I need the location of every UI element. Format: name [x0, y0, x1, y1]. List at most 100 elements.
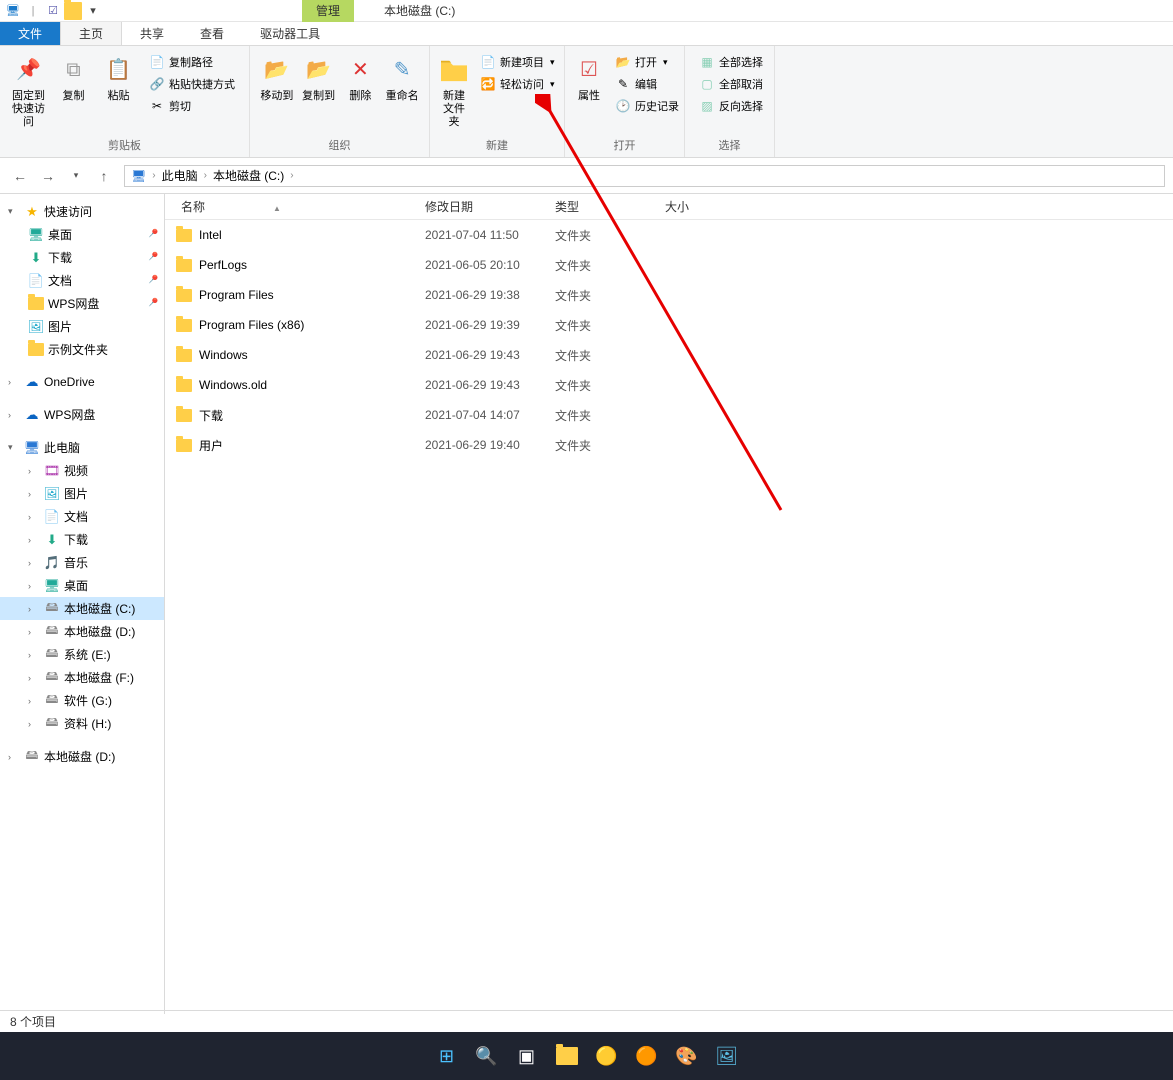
tree-drive-h[interactable]: ›🖴资料 (H:) [0, 712, 164, 735]
nav-bar: ← → ▾ ↑ 🖥 › 此电脑 › 本地磁盘 (C:) › [0, 158, 1173, 194]
file-row[interactable]: Program Files2021-06-29 19:38文件夹 [165, 280, 1173, 310]
rename-button[interactable]: ✎重命名 [381, 50, 423, 107]
tree-quick-access[interactable]: ▾★快速访问 [0, 200, 164, 223]
desktop-icon: 🖥 [44, 578, 60, 594]
tree-desktop2[interactable]: ›🖥桌面 [0, 574, 164, 597]
tree-downloads[interactable]: ⬇下载📍 [0, 246, 164, 269]
taskbar[interactable]: ⊞ 🔍 ▣ 🟡 🟠 🎨 🖼 [0, 1032, 1173, 1080]
chrome-canary-icon[interactable]: 🟠 [633, 1042, 661, 1070]
file-row[interactable]: 下载2021-07-04 14:07文件夹 [165, 400, 1173, 430]
back-button[interactable]: ← [8, 164, 32, 188]
cut-button[interactable]: ✂剪切 [145, 96, 239, 116]
start-button[interactable]: ⊞ [433, 1042, 461, 1070]
move-to-button[interactable]: 📂移动到 [256, 50, 298, 107]
edit-button[interactable]: ✎编辑 [611, 74, 683, 94]
tree-drive-c[interactable]: ›🖴本地磁盘 (C:) [0, 597, 164, 620]
tab-drive-tools[interactable]: 驱动器工具 [242, 22, 338, 45]
file-row[interactable]: Windows2021-06-29 19:43文件夹 [165, 340, 1173, 370]
contextual-tab-manage[interactable]: 管理 [302, 0, 354, 22]
easy-access-button[interactable]: 🔁轻松访问▾ [476, 74, 559, 94]
copy-to-button[interactable]: 📂复制到 [298, 50, 340, 107]
address-bar[interactable]: 🖥 › 此电脑 › 本地磁盘 (C:) › [124, 165, 1165, 187]
cloud-icon: ☁ [24, 407, 40, 423]
computer-icon[interactable]: 🖥 [4, 2, 22, 20]
tab-home[interactable]: 主页 [60, 22, 122, 45]
pin-button[interactable]: 📌固定到快速访问 [6, 50, 51, 134]
file-date: 2021-06-29 19:43 [425, 348, 555, 362]
tree-wps2[interactable]: ›☁WPS网盘 [0, 403, 164, 426]
properties-button[interactable]: ☑属性 [571, 50, 607, 107]
column-headers[interactable]: 名称▲ 修改日期 类型 大小 [165, 194, 1173, 220]
document-icon: 📄 [44, 509, 60, 525]
tree-drive-e[interactable]: ›🖴系统 (E:) [0, 643, 164, 666]
new-folder-button[interactable]: 新建文件夹 [436, 50, 472, 134]
new-item-button[interactable]: 📄新建项目▾ [476, 52, 559, 72]
palette-icon[interactable]: 🎨 [673, 1042, 701, 1070]
tab-view[interactable]: 查看 [182, 22, 242, 45]
breadcrumb-drive[interactable]: 本地磁盘 (C:) [213, 167, 284, 184]
col-date[interactable]: 修改日期 [415, 198, 545, 215]
chevron-right-icon: › [152, 170, 155, 181]
drive-icon: 🖴 [44, 693, 60, 709]
breadcrumb-pc[interactable]: 此电脑 [162, 167, 198, 184]
group-label-organize: 组织 [250, 135, 429, 157]
explorer-button[interactable] [553, 1042, 581, 1070]
tree-video[interactable]: ›🎞视频 [0, 459, 164, 482]
col-size[interactable]: 大小 [655, 198, 745, 215]
file-row[interactable]: PerfLogs2021-06-05 20:10文件夹 [165, 250, 1173, 280]
search-button[interactable]: 🔍 [473, 1042, 501, 1070]
tree-samples[interactable]: 示例文件夹 [0, 338, 164, 361]
open-button[interactable]: 📂打开▾ [611, 52, 683, 72]
tree-drive-d[interactable]: ›🖴本地磁盘 (D:) [0, 620, 164, 643]
copy-path-button[interactable]: 📄复制路径 [145, 52, 239, 72]
delete-icon: ✕ [344, 54, 376, 86]
taskview-button[interactable]: ▣ [513, 1042, 541, 1070]
paste-button[interactable]: 📋粘贴 [96, 50, 141, 107]
qat-dropdown-icon[interactable]: ▾ [84, 2, 102, 20]
copy-button[interactable]: ⧉复制 [51, 50, 96, 107]
folder-icon[interactable] [64, 2, 82, 20]
file-name: Intel [199, 228, 425, 242]
tree-downloads2[interactable]: ›⬇下载 [0, 528, 164, 551]
file-row[interactable]: Windows.old2021-06-29 19:43文件夹 [165, 370, 1173, 400]
delete-button[interactable]: ✕删除 [340, 50, 382, 107]
tree-documents[interactable]: 📄文档📍 [0, 269, 164, 292]
file-name: Windows [199, 348, 425, 362]
navigation-pane[interactable]: ▾★快速访问 🖥桌面📍 ⬇下载📍 📄文档📍 WPS网盘📍 🖼图片 示例文件夹 ›… [0, 194, 165, 1014]
select-none-button[interactable]: ▢全部取消 [695, 74, 767, 94]
tree-music[interactable]: ›🎵音乐 [0, 551, 164, 574]
paste-shortcut-button[interactable]: 🔗粘贴快捷方式 [145, 74, 239, 94]
tree-documents2[interactable]: ›📄文档 [0, 505, 164, 528]
forward-button[interactable]: → [36, 164, 60, 188]
tree-drive-g[interactable]: ›🖴软件 (G:) [0, 689, 164, 712]
tree-wps[interactable]: WPS网盘📍 [0, 292, 164, 315]
tree-drive-f[interactable]: ›🖴本地磁盘 (F:) [0, 666, 164, 689]
invert-selection-button[interactable]: ▨反向选择 [695, 96, 767, 116]
up-button[interactable]: ↑ [92, 164, 116, 188]
file-date: 2021-06-29 19:39 [425, 318, 555, 332]
file-row[interactable]: Program Files (x86)2021-06-29 19:39文件夹 [165, 310, 1173, 340]
tree-onedrive[interactable]: ›☁OneDrive [0, 371, 164, 393]
tree-pictures2[interactable]: ›🖼图片 [0, 482, 164, 505]
file-row[interactable]: 用户2021-06-29 19:40文件夹 [165, 430, 1173, 460]
file-row[interactable]: Intel2021-07-04 11:50文件夹 [165, 220, 1173, 250]
col-type[interactable]: 类型 [545, 198, 655, 215]
tree-desktop[interactable]: 🖥桌面📍 [0, 223, 164, 246]
photos-icon[interactable]: 🖼 [713, 1042, 741, 1070]
tab-file[interactable]: 文件 [0, 22, 60, 45]
drive-icon: 🖴 [44, 716, 60, 732]
tree-thispc[interactable]: ▾🖥此电脑 [0, 436, 164, 459]
recent-dropdown[interactable]: ▾ [64, 164, 88, 188]
col-name[interactable]: 名称▲ [165, 198, 415, 215]
new-folder-icon [438, 54, 470, 86]
checkbox-icon[interactable]: ☑ [44, 2, 62, 20]
folder-icon [175, 256, 193, 274]
tab-share[interactable]: 共享 [122, 22, 182, 45]
file-name: Program Files (x86) [199, 318, 425, 332]
download-icon: ⬇ [44, 532, 60, 548]
tree-pictures[interactable]: 🖼图片 [0, 315, 164, 338]
chrome-icon[interactable]: 🟡 [593, 1042, 621, 1070]
history-button[interactable]: 🕑历史记录 [611, 96, 683, 116]
select-all-button[interactable]: ▦全部选择 [695, 52, 767, 72]
tree-drive-d2[interactable]: ›🖴本地磁盘 (D:) [0, 745, 164, 768]
